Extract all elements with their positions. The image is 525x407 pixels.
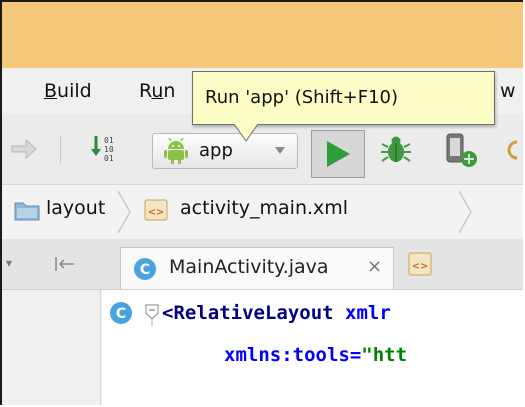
tooltip-pointer bbox=[234, 124, 258, 142]
code-line: xmlns:tools="htt bbox=[224, 344, 408, 366]
editor-tabs-bar: ▾ C MainActivity.java × <> bbox=[2, 239, 523, 290]
breadcrumb-separator-icon bbox=[458, 190, 472, 234]
svg-text:<>: <> bbox=[412, 261, 429, 272]
play-icon bbox=[327, 141, 350, 167]
menu-run[interactable]: Run bbox=[139, 80, 175, 102]
svg-text:10: 10 bbox=[104, 145, 114, 154]
class-icon: C bbox=[134, 258, 156, 280]
xml-file-icon[interactable]: <> bbox=[408, 252, 432, 276]
svg-text:C: C bbox=[140, 262, 150, 278]
partial-toolbar-icon[interactable] bbox=[507, 140, 523, 160]
folder-icon bbox=[14, 202, 40, 221]
class-icon[interactable]: C bbox=[109, 301, 133, 325]
android-icon bbox=[164, 138, 188, 164]
ide-window: Build Run w 01 10 01 app Run 'app' (Shif… bbox=[0, 0, 523, 405]
pin-left-icon[interactable] bbox=[54, 256, 76, 272]
run-tooltip: Run 'app' (Shift+F10) bbox=[192, 71, 495, 125]
xml-file-icon: <> bbox=[144, 199, 168, 221]
device-monitor-icon[interactable] bbox=[442, 132, 478, 168]
gutter-divider bbox=[100, 290, 101, 405]
breadcrumb-item-activity-main[interactable]: activity_main.xml bbox=[180, 197, 348, 219]
editor-gutter bbox=[2, 290, 102, 405]
code-editor[interactable]: C <RelativeLayout xmlr xmlns:tools="htt bbox=[2, 290, 523, 405]
title-bar bbox=[2, 2, 523, 68]
tab-label: MainActivity.java bbox=[169, 256, 329, 278]
bug-icon[interactable] bbox=[379, 133, 413, 167]
breadcrumb: layout <> activity_main.xml bbox=[2, 184, 523, 240]
svg-text:01: 01 bbox=[104, 136, 114, 145]
menu-build[interactable]: Build bbox=[44, 80, 92, 102]
run-config-label: app bbox=[199, 140, 233, 161]
fold-icon[interactable] bbox=[144, 304, 160, 326]
close-icon[interactable]: × bbox=[367, 256, 382, 277]
svg-text:C: C bbox=[116, 306, 126, 322]
svg-text:01: 01 bbox=[104, 154, 114, 163]
breadcrumb-item-layout[interactable]: layout bbox=[46, 197, 105, 219]
sort-icon[interactable]: 01 10 01 bbox=[90, 132, 120, 166]
toolbar-divider bbox=[60, 136, 61, 164]
tab-mainactivity[interactable]: C MainActivity.java × bbox=[120, 247, 394, 289]
svg-text:<>: <> bbox=[148, 207, 165, 218]
run-config-dropdown[interactable]: app bbox=[152, 133, 298, 169]
menu-window-partial[interactable]: w bbox=[500, 80, 516, 102]
breadcrumb-separator-icon bbox=[117, 190, 131, 234]
run-app-button[interactable] bbox=[311, 130, 365, 178]
forward-arrow-icon[interactable] bbox=[10, 138, 38, 160]
tabs-dropdown-icon[interactable]: ▾ bbox=[6, 256, 12, 270]
code-line: <RelativeLayout xmlr bbox=[162, 302, 391, 324]
chevron-down-icon bbox=[275, 147, 285, 154]
